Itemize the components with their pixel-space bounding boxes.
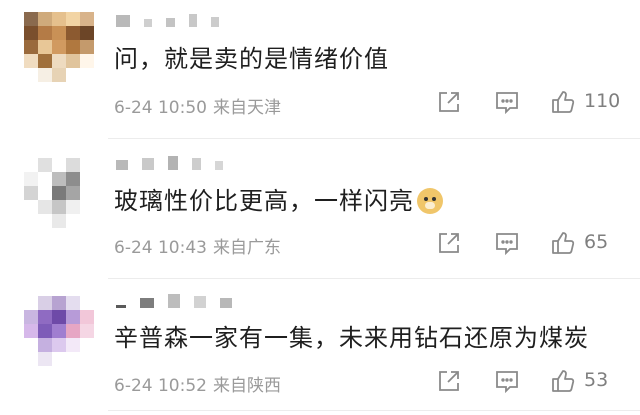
- comment-location: 来自陕西: [212, 376, 281, 396]
- comment-time: 6-24 10:50: [114, 98, 207, 118]
- comment-meta: 6-24 10:43 来自广东: [114, 233, 281, 258]
- like-count: 65: [584, 231, 609, 253]
- thumbs-up-icon[interactable]: [550, 230, 576, 256]
- divider: [108, 410, 640, 411]
- avatar[interactable]: [24, 12, 94, 82]
- share-icon[interactable]: [436, 230, 462, 256]
- username-redacted[interactable]: [116, 156, 223, 170]
- comment-text: 问，就是卖的是情绪价值: [114, 44, 389, 74]
- comment-icon[interactable]: [494, 89, 520, 115]
- comment-actions: 53: [436, 368, 626, 396]
- comment-text: 玻璃性价比更高，一样闪亮: [114, 186, 443, 216]
- comment-time: 6-24 10:52: [114, 376, 207, 396]
- comment-text-content: 问，就是卖的是情绪价值: [114, 45, 389, 73]
- avatar[interactable]: [24, 158, 94, 228]
- comment-time: 6-24 10:43: [114, 238, 207, 258]
- comment-actions: 110: [436, 89, 626, 117]
- thumbs-up-icon[interactable]: [550, 368, 576, 394]
- share-icon[interactable]: [436, 368, 462, 394]
- avatar[interactable]: [24, 296, 94, 366]
- divider: [108, 138, 640, 139]
- username-redacted[interactable]: [116, 13, 219, 27]
- comment-actions: 65: [436, 230, 626, 258]
- username-redacted[interactable]: [116, 294, 232, 308]
- comment-meta: 6-24 10:50 来自天津: [114, 93, 281, 118]
- comment-text: 辛普森一家有一集，未来用钻石还原为煤炭: [114, 323, 589, 353]
- share-icon[interactable]: [436, 89, 462, 115]
- comment-location: 来自广东: [212, 238, 281, 258]
- doge-emoji-icon: [417, 188, 443, 214]
- comment-location: 来自天津: [212, 98, 281, 118]
- comment-icon[interactable]: [494, 368, 520, 394]
- like-count: 110: [584, 90, 621, 112]
- thumbs-up-icon[interactable]: [550, 89, 576, 115]
- comment-meta: 6-24 10:52 来自陕西: [114, 371, 281, 396]
- comment-text-content: 玻璃性价比更高，一样闪亮: [114, 187, 414, 215]
- divider: [108, 278, 640, 279]
- comment-text-content: 辛普森一家有一集，未来用钻石还原为煤炭: [114, 324, 589, 352]
- comment-icon[interactable]: [494, 230, 520, 256]
- like-count: 53: [584, 369, 609, 391]
